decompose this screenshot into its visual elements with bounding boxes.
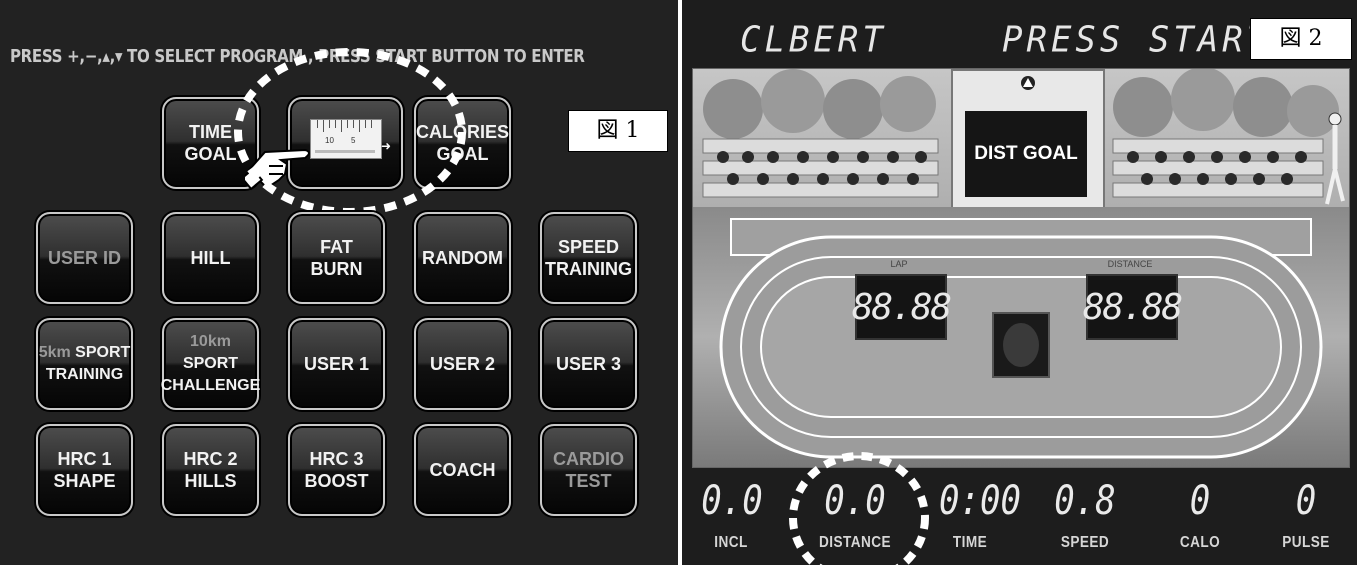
speed-training-label-2: TRAINING [545, 259, 632, 279]
user-name-display: CLBERT [740, 19, 887, 61]
user-2-button[interactable]: USER 2 [414, 318, 511, 410]
figure-2-label: 図 2 [1250, 18, 1352, 60]
hill-button[interactable]: HILL [162, 212, 259, 304]
cardio-test-label-2: TEST [565, 471, 612, 491]
km-5-label: 5km [38, 344, 71, 361]
pointing-hand-icon [245, 148, 310, 191]
figure-1-label: 図 1 [568, 110, 668, 152]
fat-burn-button[interactable]: FAT BURN [288, 212, 385, 304]
fat-burn-label-2: BURN [310, 259, 363, 279]
hrc-3-boost-button[interactable]: HRC 3 BOOST [288, 424, 385, 516]
hrc-2-label-2: HILLS [184, 471, 237, 491]
calories-goal-label-2: GOAL [436, 144, 489, 164]
hill-label: HILL [190, 248, 231, 268]
pulse-label: PULSE [1282, 534, 1330, 551]
sport-10km-label-1: SPORT [182, 355, 239, 372]
distance-label: DISTANCE [819, 534, 891, 551]
speed-training-button[interactable]: SPEED TRAINING [540, 212, 637, 304]
time-label: TIME [952, 534, 988, 551]
distance-display-track: 88.88 [1083, 274, 1183, 340]
hrc-1-label-1: HRC 1 [57, 449, 112, 469]
km-10-label: 10km [190, 333, 231, 350]
speed-label: SPEED [1060, 534, 1110, 551]
running-track [693, 207, 1349, 467]
lap-display: 88.88 [852, 274, 952, 340]
cardio-test-button[interactable]: CARDIO TEST [540, 424, 637, 516]
hrc-1-shape-button[interactable]: HRC 1 SHAPE [36, 424, 133, 516]
track-scene: DIST GOAL LAP 88.88 DISTANCE 88.88 [692, 68, 1350, 468]
distance-value: 0.0 [824, 478, 886, 524]
time-goal-label-1: TIME [189, 122, 232, 142]
calories-value: 0 [1189, 478, 1211, 524]
incline-value: 0.0 [701, 478, 763, 524]
coach-label: COACH [429, 460, 496, 480]
cardio-test-label-1: CARDIO [553, 449, 624, 469]
figure1-program-select-screen: PRESS +,−,▴,▾ TO SELECT PROGRAM , PRESS … [0, 0, 678, 565]
speed-value: 0.8 [1054, 478, 1116, 524]
distance-label-track: DISTANCE [1107, 259, 1153, 269]
hrc-1-label-2: SHAPE [53, 471, 116, 491]
crowd-left-image [702, 69, 939, 198]
user-2-label: USER 2 [429, 354, 496, 374]
hrc-2-label-1: HRC 2 [183, 449, 238, 469]
goal-banner-text: DIST GOAL [965, 111, 1087, 197]
calories-label: CALO [1179, 534, 1221, 551]
user-1-label: USER 1 [303, 354, 370, 374]
pulse-value: 0 [1295, 478, 1317, 524]
crowd-right-image [1112, 69, 1345, 205]
user-3-label: USER 3 [555, 354, 622, 374]
hrc-3-label-2: BOOST [304, 471, 369, 491]
instruction-text: PRESS +,−,▴,▾ TO SELECT PROGRAM , PRESS … [10, 47, 585, 67]
sport-10km-label-2: CHALLENGE [160, 377, 261, 394]
sport-5km-label-2: TRAINING [45, 366, 124, 383]
goal-banner: DIST GOAL [951, 69, 1105, 211]
figure2-distance-goal-screen: CLBERT PRESS START 図 2 DIST GOAL LAP 88.… [682, 0, 1357, 565]
ruler-icon: 10 5 [310, 119, 382, 159]
calories-goal-label-1: CALORIES [416, 122, 510, 142]
speed-training-label-1: SPEED [557, 237, 620, 257]
hrc-3-label-1: HRC 3 [309, 449, 364, 469]
random-button[interactable]: RANDOM [414, 212, 511, 304]
user-3-button[interactable]: USER 3 [540, 318, 637, 410]
user-id-button[interactable]: USER ID [36, 212, 133, 304]
status-display: PRESS START [1002, 19, 1272, 61]
fat-burn-label-1: FAT [320, 237, 353, 257]
logo-icon [1021, 76, 1035, 90]
coach-button[interactable]: COACH [414, 424, 511, 516]
ruler-number-5: 5 [351, 136, 356, 145]
hrc-2-hills-button[interactable]: HRC 2 HILLS [162, 424, 259, 516]
sport-5km-label-1: SPORT [75, 344, 131, 361]
user-id-label: USER ID [47, 248, 121, 268]
time-value: 0:00 [939, 478, 1021, 524]
user-1-button[interactable]: USER 1 [288, 318, 385, 410]
sport-training-5km-button[interactable]: 5km SPORT TRAINING [36, 318, 133, 410]
time-goal-label-2: GOAL [184, 144, 237, 164]
incline-label: INCL [714, 534, 748, 551]
calories-goal-button[interactable]: CALORIES GOAL [414, 97, 511, 189]
random-label: RANDOM [422, 248, 503, 268]
sport-challenge-10km-button[interactable]: 10km SPORT CHALLENGE [160, 318, 261, 410]
lap-label: LAP [890, 259, 908, 269]
arrow-right-icon: ➜ [380, 139, 391, 153]
ruler-number-10: 10 [325, 136, 334, 145]
